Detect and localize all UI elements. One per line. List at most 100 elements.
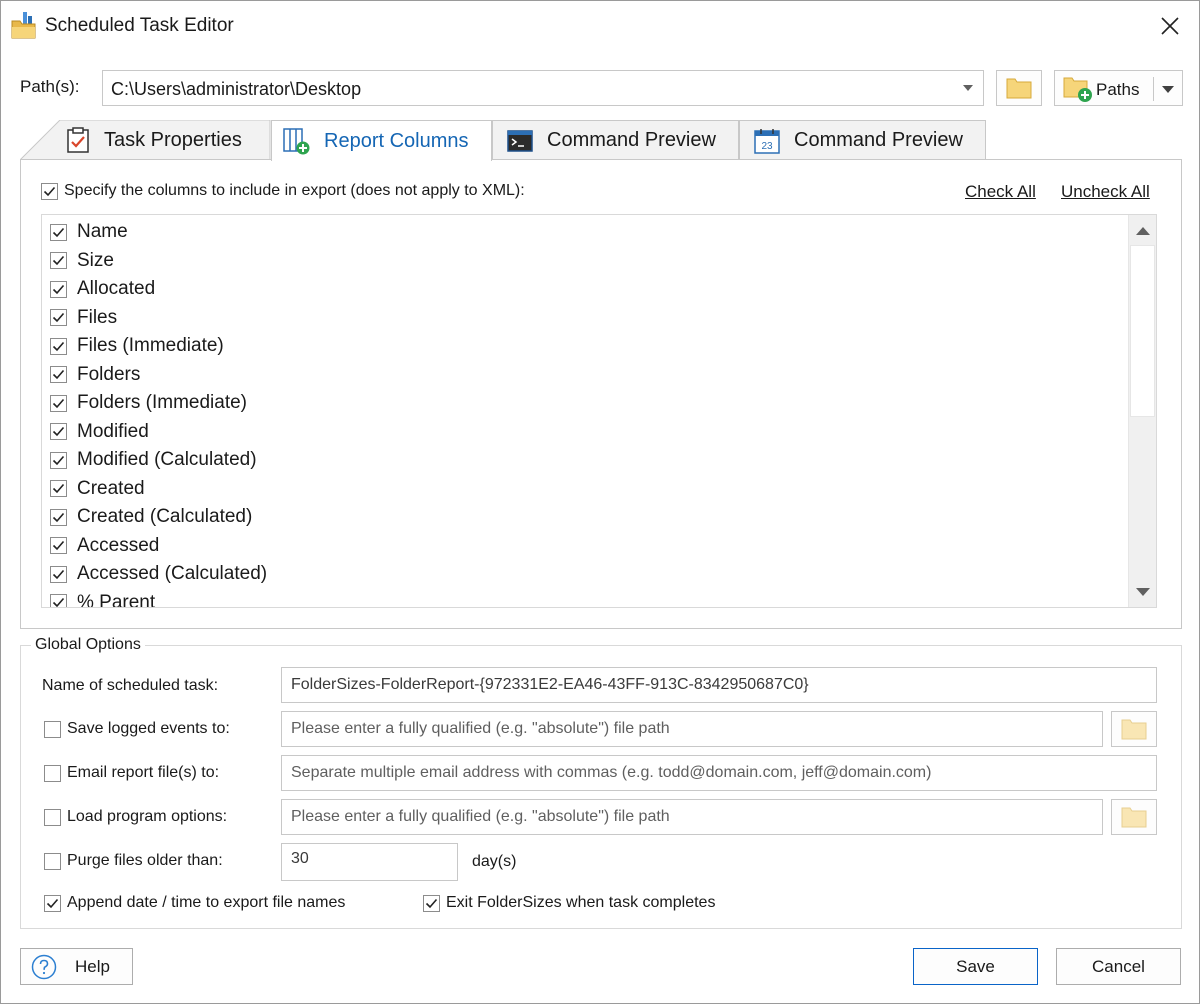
- column-checkbox[interactable]: [50, 280, 67, 298]
- column-checkbox[interactable]: [50, 366, 67, 383]
- title-bar: Scheduled Task Editor: [1, 1, 1199, 51]
- load-options-path-field[interactable]: Please enter a fully qualified (e.g. "ab…: [281, 799, 1103, 835]
- dropdown-arrow-icon[interactable]: [1162, 86, 1174, 93]
- scrollbar-thumb[interactable]: [1130, 245, 1155, 417]
- email-field[interactable]: Separate multiple email address with com…: [281, 755, 1157, 791]
- calendar-icon: 23: [754, 128, 780, 154]
- console-icon: [507, 129, 533, 152]
- column-checkbox[interactable]: [50, 565, 67, 583]
- help-button[interactable]: Help: [20, 948, 133, 985]
- append-date-checkbox[interactable]: [44, 894, 61, 912]
- column-checkbox[interactable]: [50, 223, 67, 241]
- column-label: Name: [77, 221, 128, 242]
- save-events-browse-button[interactable]: [1111, 711, 1157, 747]
- column-list-item[interactable]: Accessed (Calculated): [50, 560, 267, 588]
- column-list-item[interactable]: Folders: [50, 361, 140, 389]
- tab-label: Command Preview: [794, 129, 963, 151]
- column-list-item[interactable]: % Parent: [50, 589, 155, 607]
- chevron-down-icon[interactable]: [963, 85, 973, 91]
- close-icon: [1161, 17, 1179, 35]
- purge-row[interactable]: Purge files older than:: [44, 852, 223, 870]
- append-date-row[interactable]: Append date / time to export file names: [44, 894, 345, 912]
- column-checkbox[interactable]: [50, 423, 67, 440]
- column-label: Accessed: [77, 534, 160, 556]
- column-checkbox[interactable]: [50, 480, 67, 497]
- save-button[interactable]: Save: [913, 948, 1038, 985]
- scroll-up-button[interactable]: [1129, 215, 1156, 245]
- tab-command-preview-schedule[interactable]: 23 Command Preview: [739, 120, 986, 160]
- column-label: Files (Immediate): [77, 335, 224, 356]
- task-name-field[interactable]: FolderSizes-FolderReport-{972331E2-EA46-…: [281, 667, 1157, 703]
- check-all-link[interactable]: Check All: [965, 182, 1036, 202]
- app-folder-icon: [11, 11, 37, 39]
- column-checkbox[interactable]: [50, 537, 67, 554]
- tab-command-preview[interactable]: Command Preview: [492, 120, 739, 160]
- uncheck-all-link[interactable]: Uncheck All: [1061, 182, 1150, 202]
- column-checkbox[interactable]: [50, 508, 67, 526]
- column-checkbox[interactable]: [50, 594, 67, 607]
- column-label: Files: [77, 306, 118, 328]
- column-label: Created (Calculated): [77, 506, 253, 527]
- tab-label: Task Properties: [104, 128, 242, 151]
- window-title: Scheduled Task Editor: [45, 15, 234, 36]
- clipboard-check-icon: [66, 127, 90, 153]
- column-list-item[interactable]: Folders (Immediate): [50, 389, 247, 417]
- specify-columns-checkbox[interactable]: [41, 182, 58, 200]
- folder-icon: [1121, 719, 1147, 740]
- paths-button-label: Paths: [1096, 80, 1140, 99]
- tab-report-columns[interactable]: Report Columns: [271, 120, 492, 161]
- load-options-checkbox[interactable]: [44, 808, 61, 826]
- column-label: Accessed (Calculated): [77, 563, 268, 584]
- purge-days-field[interactable]: 30: [281, 843, 458, 881]
- tab-task-properties[interactable]: Task Properties: [20, 120, 270, 160]
- email-label: Email report file(s) to:: [67, 764, 220, 781]
- path-combobox[interactable]: C:\Users\administrator\Desktop: [102, 70, 984, 106]
- task-name-label: Name of scheduled task:: [42, 677, 219, 694]
- exit-on-complete-checkbox[interactable]: [423, 894, 440, 912]
- purge-checkbox[interactable]: [44, 852, 61, 870]
- specify-columns-checkbox-row[interactable]: Specify the columns to include in export…: [41, 182, 525, 200]
- column-list-item[interactable]: Created: [50, 475, 145, 503]
- column-list-item[interactable]: Created (Calculated): [50, 503, 252, 531]
- exit-on-complete-row[interactable]: Exit FolderSizes when task completes: [423, 894, 715, 912]
- column-list-item[interactable]: Modified: [50, 418, 149, 446]
- column-list-item[interactable]: Modified (Calculated): [50, 446, 257, 474]
- close-button[interactable]: [1141, 1, 1199, 51]
- paths-split-button[interactable]: Paths: [1054, 70, 1183, 106]
- column-list-item[interactable]: Allocated: [50, 275, 155, 303]
- path-label: Path(s):: [20, 77, 80, 96]
- save-events-path-field[interactable]: Please enter a fully qualified (e.g. "ab…: [281, 711, 1103, 747]
- cancel-button[interactable]: Cancel: [1056, 948, 1181, 985]
- column-checkbox[interactable]: [50, 309, 67, 326]
- vertical-scrollbar[interactable]: [1128, 215, 1156, 607]
- path-value: C:\Users\administrator\Desktop: [111, 79, 362, 99]
- column-list-item[interactable]: Size: [50, 247, 114, 275]
- help-circle-icon: [31, 954, 57, 980]
- global-options-title: Global Options: [31, 636, 145, 654]
- column-list-item[interactable]: Files: [50, 304, 117, 332]
- browse-folder-button[interactable]: [996, 70, 1042, 106]
- email-checkbox[interactable]: [44, 764, 61, 782]
- column-checkbox[interactable]: [50, 451, 67, 469]
- column-list-item[interactable]: Accessed: [50, 532, 159, 560]
- column-checkbox[interactable]: [50, 394, 67, 412]
- load-options-label: Load program options:: [67, 808, 228, 825]
- save-events-row[interactable]: Save logged events to:: [44, 720, 230, 738]
- load-options-row[interactable]: Load program options:: [44, 808, 227, 826]
- column-list-item[interactable]: Files (Immediate): [50, 332, 224, 360]
- column-label: Size: [77, 249, 114, 271]
- tab-strip: Task Properties Report Columns Command P…: [20, 120, 1182, 161]
- column-checkbox[interactable]: [50, 337, 67, 355]
- column-checkbox[interactable]: [50, 252, 67, 269]
- split-divider: [1153, 77, 1154, 101]
- scheduled-task-editor-window: Scheduled Task Editor Path(s): C:\Users\…: [0, 0, 1200, 1004]
- column-list-item[interactable]: Name: [50, 218, 128, 246]
- email-row[interactable]: Email report file(s) to:: [44, 764, 219, 782]
- scroll-down-arrow-icon: [1135, 587, 1150, 596]
- help-button-label: Help: [75, 956, 110, 976]
- purge-label: Purge files older than:: [67, 852, 223, 869]
- report-columns-panel: Specify the columns to include in export…: [20, 159, 1182, 629]
- scroll-down-button[interactable]: [1129, 577, 1156, 607]
- save-events-checkbox[interactable]: [44, 720, 61, 738]
- load-options-browse-button[interactable]: [1111, 799, 1157, 835]
